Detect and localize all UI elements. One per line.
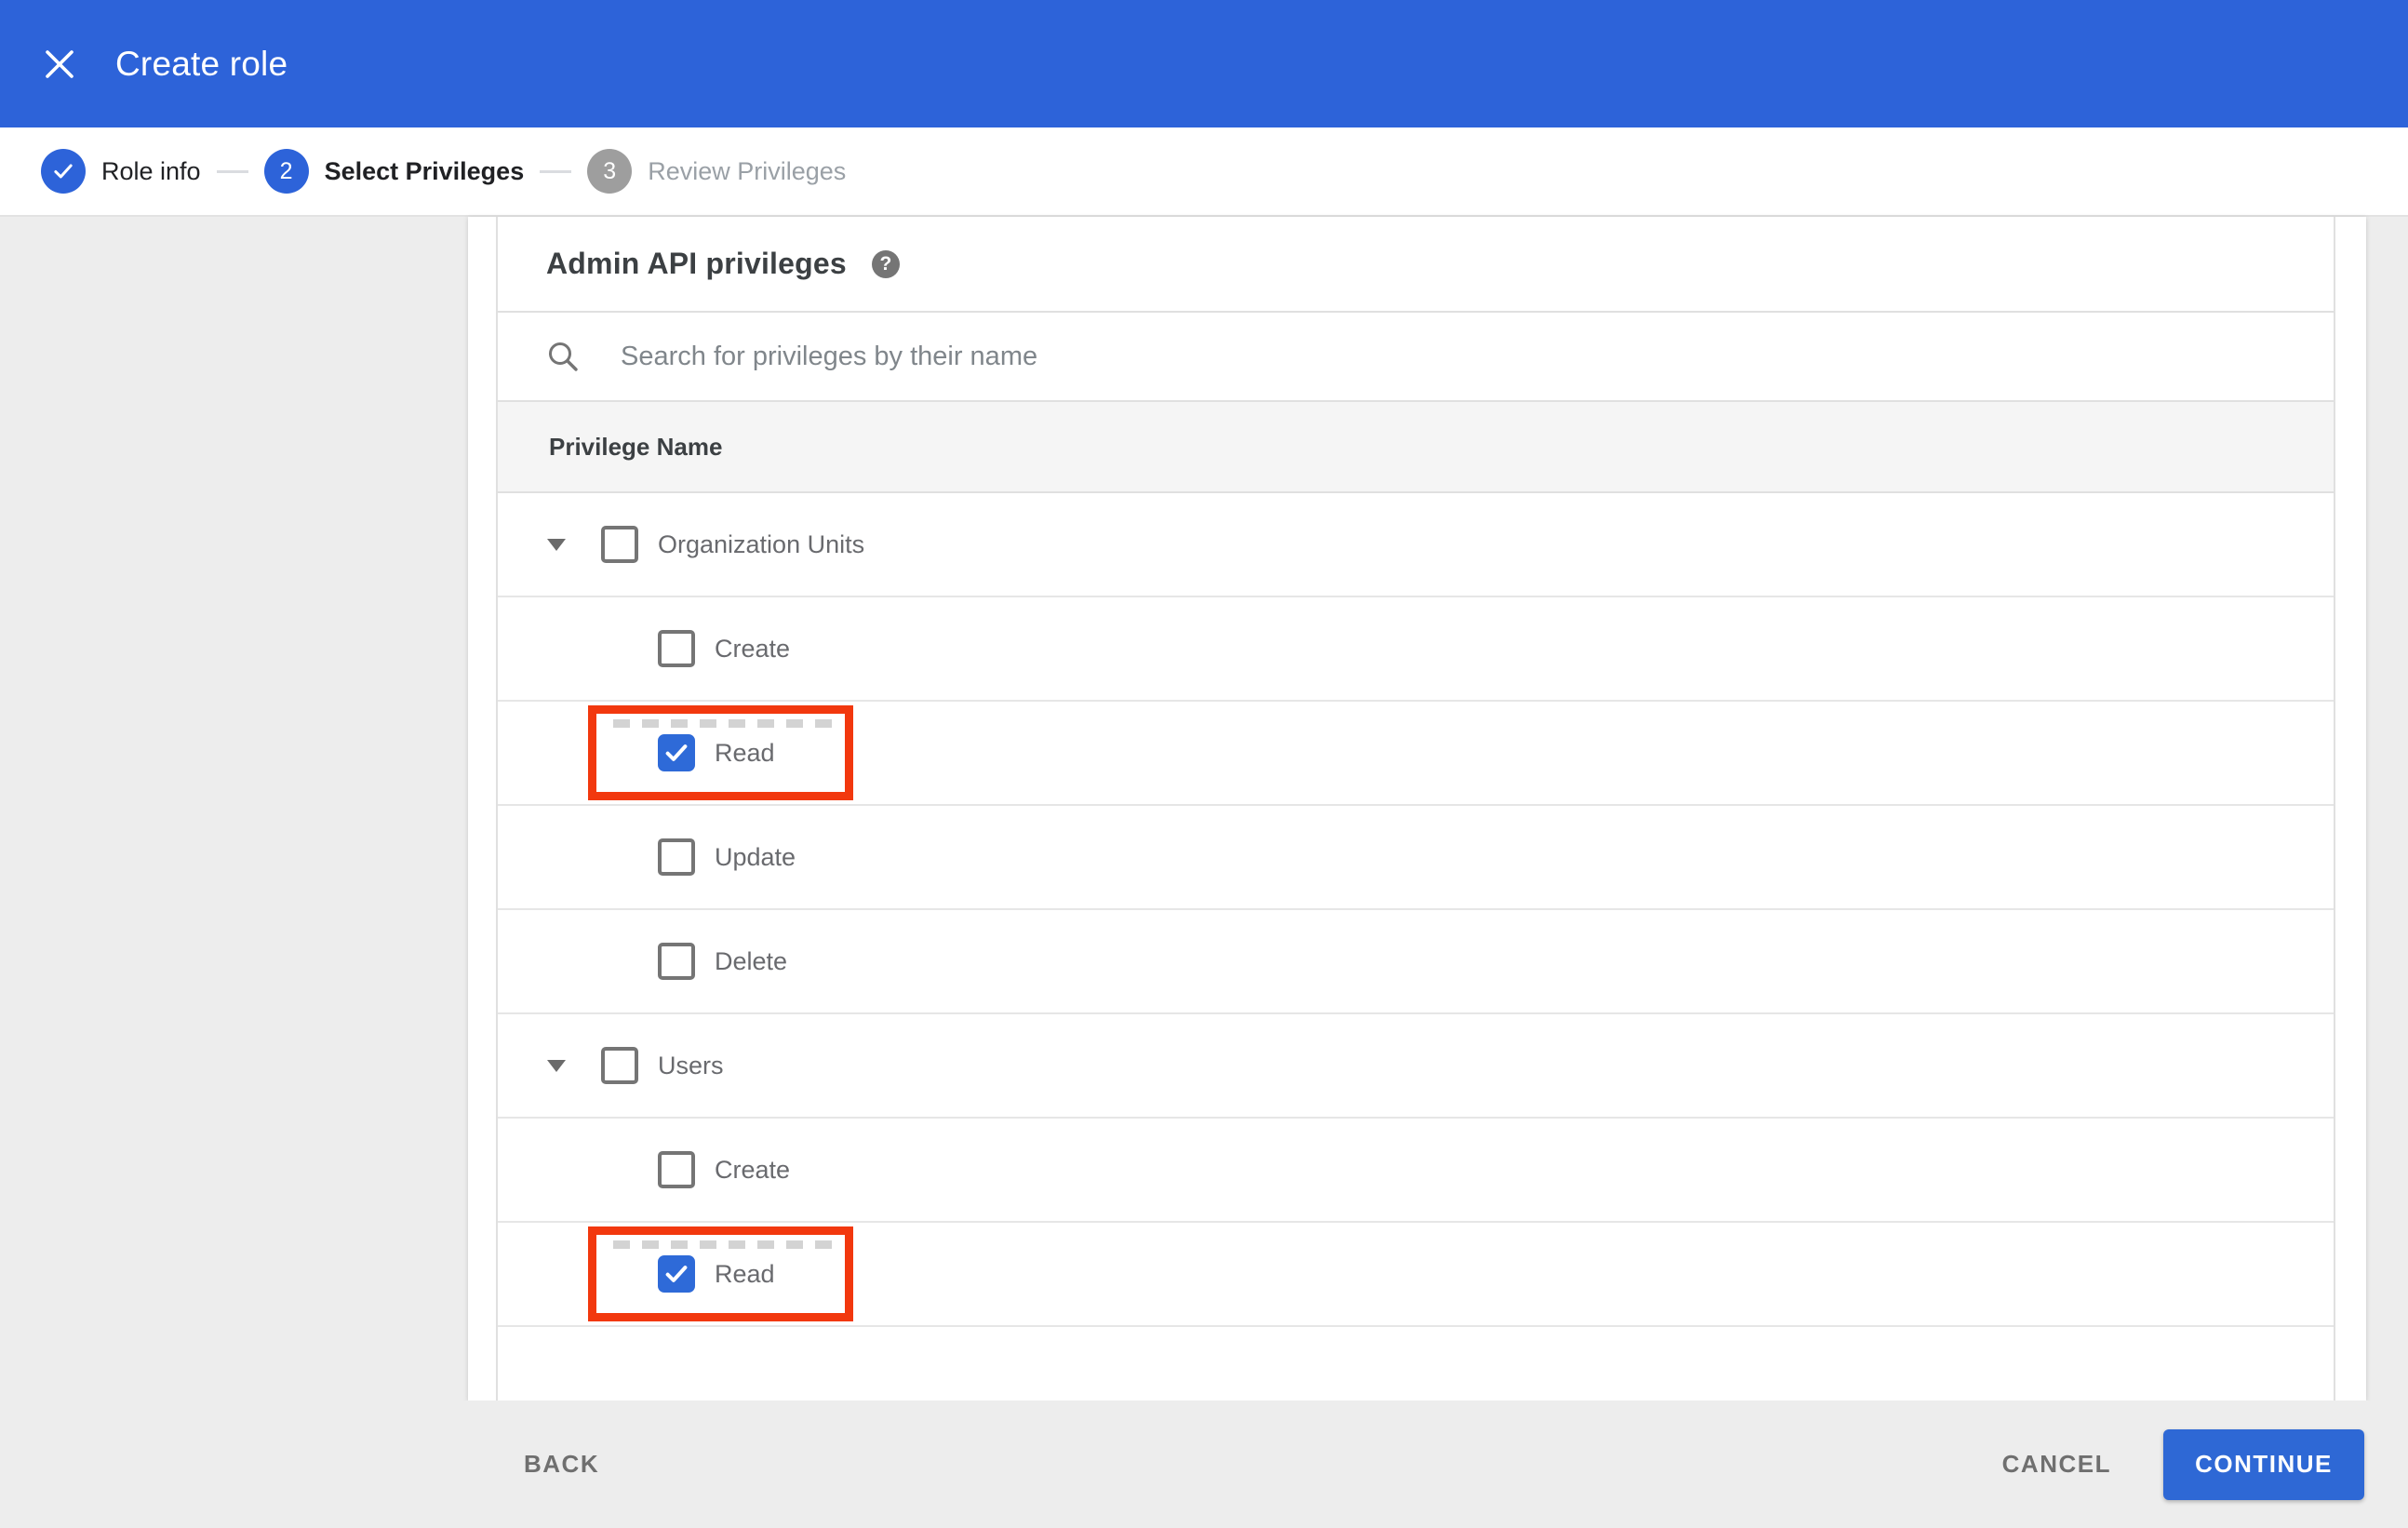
table-row-users: Users [498, 1014, 2334, 1119]
row-label: Delete [715, 946, 788, 975]
row-label: Create [715, 634, 791, 663]
privileges-card: Admin API privileges ? Privilege Name Or… [468, 217, 2366, 1401]
step-number-badge: 2 [263, 149, 309, 194]
table-row-ou-create: Create [498, 597, 2334, 702]
collapse-arrow-icon[interactable] [547, 1059, 566, 1072]
checkbox-users-create[interactable] [658, 1151, 695, 1188]
row-label: Read [715, 738, 775, 767]
row-label: Read [715, 1259, 775, 1288]
app-bar: Create role [0, 0, 2408, 127]
collapse-arrow-icon[interactable] [547, 538, 566, 551]
step-label: Select Privileges [324, 156, 525, 185]
column-header-privilege-name: Privilege Name [549, 432, 723, 461]
cancel-button[interactable]: CANCEL [2002, 1450, 2111, 1479]
privileges-table: Admin API privileges ? Privilege Name Or… [496, 217, 2335, 1401]
checkbox-ou-update[interactable] [658, 838, 695, 876]
table-row-users-create: Create [498, 1119, 2334, 1223]
partial-row [498, 1327, 2334, 1399]
checkbox-organization-units[interactable] [601, 526, 638, 563]
help-icon[interactable]: ? [871, 249, 900, 278]
panel-title-row: Admin API privileges ? [498, 217, 2334, 313]
footer-bar: BACK CANCEL CONTINUE [0, 1401, 2408, 1528]
table-row-ou-read: Read [498, 702, 2334, 806]
table-row-users-read: Read [498, 1223, 2334, 1327]
row-label: Update [715, 842, 796, 871]
step-label: Role info [101, 156, 201, 185]
step-connector [540, 169, 572, 173]
stepper: Role info 2 Select Privileges 3 Review P… [0, 127, 2408, 217]
table-row-organization-units: Organization Units [498, 493, 2334, 597]
search-row [498, 313, 2334, 402]
checkbox-users[interactable] [601, 1047, 638, 1084]
panel-title: Admin API privileges [546, 247, 847, 280]
step-select-privileges[interactable]: 2 Select Privileges [263, 149, 525, 194]
step-connector [216, 169, 248, 173]
dialog-title: Create role [115, 44, 288, 83]
table-row-ou-delete: Delete [498, 910, 2334, 1014]
checkbox-ou-create[interactable] [658, 630, 695, 667]
row-label: Create [715, 1155, 791, 1184]
checkbox-ou-read[interactable] [658, 734, 695, 771]
step-label: Review Privileges [648, 156, 847, 185]
table-header-row: Privilege Name [498, 402, 2334, 493]
continue-button[interactable]: CONTINUE [2163, 1428, 2364, 1500]
row-label: Users [658, 1051, 724, 1079]
row-label: Organization Units [658, 529, 865, 558]
step-complete-check-icon [41, 149, 86, 194]
close-icon[interactable] [44, 48, 75, 80]
step-review-privileges[interactable]: 3 Review Privileges [587, 149, 846, 194]
checkbox-users-read[interactable] [658, 1255, 695, 1293]
back-button[interactable]: BACK [524, 1450, 599, 1479]
step-number-badge: 3 [587, 149, 633, 194]
checkbox-ou-delete[interactable] [658, 943, 695, 980]
search-input[interactable] [621, 341, 2016, 372]
table-row-ou-update: Update [498, 806, 2334, 910]
search-icon [546, 340, 580, 373]
step-role-info[interactable]: Role info [41, 149, 201, 194]
